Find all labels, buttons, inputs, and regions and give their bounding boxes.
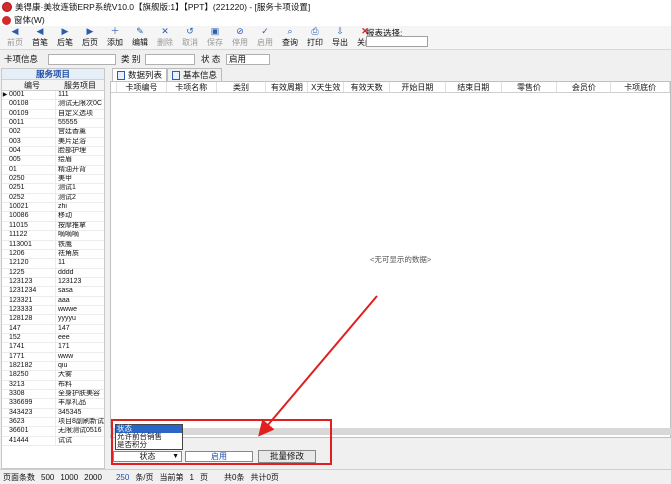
- per-page-unit: 条/页: [135, 472, 154, 482]
- page-size-2000[interactable]: 2000: [84, 473, 102, 482]
- page-size-1000[interactable]: 1000: [60, 473, 78, 482]
- pagination-bar: 页面条数 500 1000 2000 250 条/页 当前第 1 页 共0条 共…: [0, 469, 671, 484]
- per-page-value[interactable]: 250: [116, 473, 129, 482]
- total-pages: 共计0页: [250, 472, 279, 482]
- annotation-arrow: [258, 295, 378, 437]
- page-size-500[interactable]: 500: [41, 473, 54, 482]
- page-size-label: 页面条数: [3, 472, 35, 482]
- current-page[interactable]: 1: [190, 473, 194, 482]
- total-count: 共0条: [224, 472, 245, 482]
- page-unit: 页: [200, 472, 208, 482]
- current-page-label: 当前第: [159, 472, 184, 482]
